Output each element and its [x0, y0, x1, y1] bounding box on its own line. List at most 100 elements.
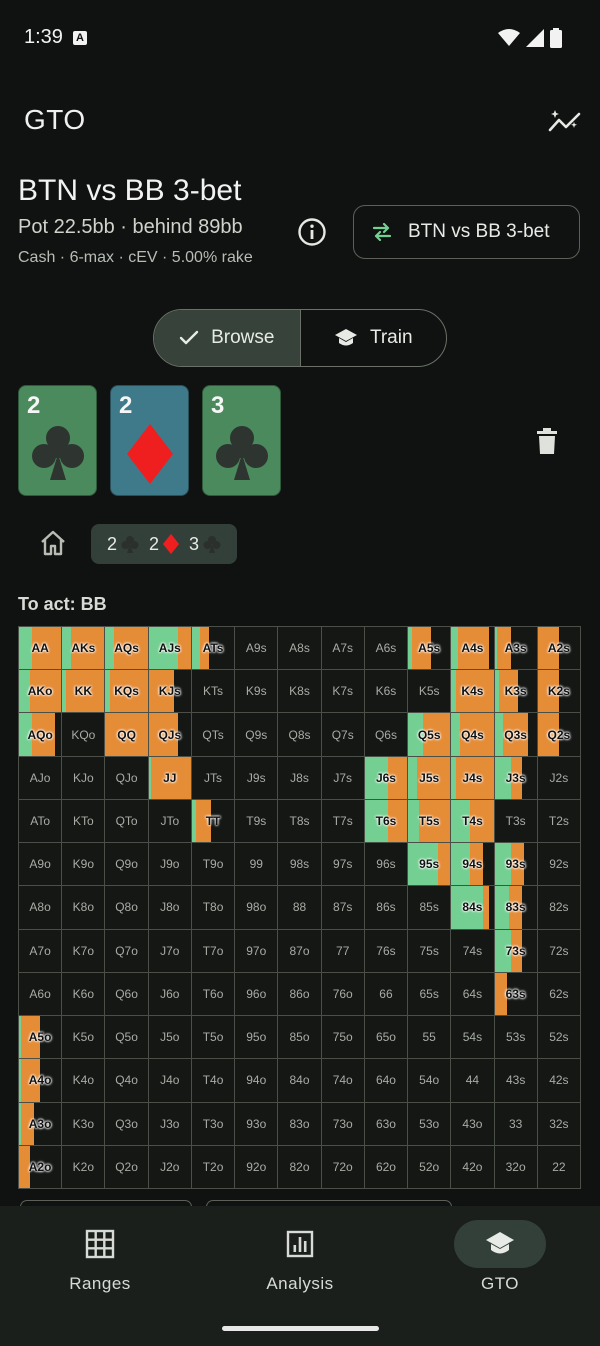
hand-cell[interactable]: Q4o	[105, 1059, 149, 1103]
hand-cell[interactable]: K9s	[235, 670, 279, 714]
hand-cell[interactable]: A8o	[19, 886, 63, 930]
hand-cell[interactable]: A5o	[19, 1016, 63, 1060]
hand-cell[interactable]: Q2o	[105, 1145, 149, 1189]
hand-cell[interactable]: JTs	[191, 756, 236, 800]
hand-cell[interactable]: 98o	[235, 886, 279, 930]
hand-cell[interactable]: A6o	[19, 972, 63, 1017]
hand-cell[interactable]: 96s	[364, 843, 409, 887]
hand-cell[interactable]: A9o	[19, 843, 63, 887]
hand-cell[interactable]: 63o	[364, 1102, 409, 1146]
hand-cell[interactable]: 76o	[321, 972, 365, 1017]
hand-cell[interactable]: 97o	[235, 929, 279, 973]
hand-cell[interactable]: T2o	[191, 1145, 236, 1189]
hand-cell[interactable]: 96o	[235, 972, 279, 1017]
hand-cell[interactable]: Q3s	[494, 713, 538, 757]
hand-cell[interactable]: A2o	[19, 1145, 63, 1189]
hand-cell[interactable]: TT	[191, 799, 236, 844]
hand-cell[interactable]: J2s	[537, 756, 581, 800]
hand-cell[interactable]: Q9o	[105, 843, 149, 887]
hand-cell[interactable]: T8s	[278, 799, 322, 844]
hand-cell[interactable]: T8o	[191, 886, 236, 930]
hand-cell[interactable]: Q7o	[105, 929, 149, 973]
hand-cell[interactable]: KTs	[191, 670, 236, 714]
hand-cell[interactable]: 94s	[451, 843, 495, 887]
hand-cell[interactable]: AQo	[19, 713, 63, 757]
gesture-home-bar[interactable]	[222, 1326, 379, 1331]
hand-cell[interactable]: 84o	[278, 1059, 322, 1103]
hand-cell[interactable]: 86s	[364, 886, 409, 930]
hand-cell[interactable]: KK	[62, 670, 106, 714]
hand-cell[interactable]: AJo	[19, 756, 63, 800]
hand-cell[interactable]: 64o	[364, 1059, 409, 1103]
hand-cell[interactable]: K7s	[321, 670, 365, 714]
hand-cell[interactable]: QTs	[191, 713, 236, 757]
board-card-3[interactable]: 3	[202, 385, 281, 496]
hand-cell[interactable]: 22	[537, 1145, 581, 1189]
hand-cell[interactable]: J3o	[148, 1102, 192, 1146]
hand-cell[interactable]: A8s	[278, 627, 322, 671]
hand-cell[interactable]: AKo	[19, 670, 63, 714]
hand-cell[interactable]: KQs	[105, 670, 149, 714]
home-icon[interactable]	[38, 528, 68, 558]
train-tab[interactable]: Train	[301, 310, 447, 366]
hand-cell[interactable]: 97s	[321, 843, 365, 887]
hand-cell[interactable]: K4s	[451, 670, 495, 714]
sparkle-chart-icon[interactable]	[548, 108, 582, 136]
hand-cell[interactable]: 82o	[278, 1145, 322, 1189]
hand-cell[interactable]: J5o	[148, 1016, 192, 1060]
hand-cell[interactable]: 85s	[408, 886, 452, 930]
hand-cell[interactable]: J8s	[278, 756, 322, 800]
hand-cell[interactable]: 66	[364, 972, 409, 1017]
hand-cell[interactable]: A3s	[494, 627, 538, 671]
hand-cell[interactable]: T4s	[451, 799, 495, 844]
hand-cell[interactable]: 84s	[451, 886, 495, 930]
hand-cell[interactable]: A7s	[321, 627, 365, 671]
hand-cell[interactable]: 82s	[537, 886, 581, 930]
hand-cell[interactable]: 32s	[537, 1102, 581, 1146]
hand-cell[interactable]: 95o	[235, 1016, 279, 1060]
hand-cell[interactable]: K2o	[62, 1145, 106, 1189]
hand-cell[interactable]: Q7s	[321, 713, 365, 757]
hand-cell[interactable]: K6s	[364, 670, 409, 714]
hand-cell[interactable]: QQ	[105, 713, 149, 757]
hand-cell[interactable]: A9s	[235, 627, 279, 671]
hand-cell[interactable]: T4o	[191, 1059, 236, 1103]
hand-cell[interactable]: 87s	[321, 886, 365, 930]
hand-cell[interactable]: K5s	[408, 670, 452, 714]
hand-cell[interactable]: J2o	[148, 1145, 192, 1189]
hand-cell[interactable]: A4s	[451, 627, 495, 671]
hand-cell[interactable]: Q8s	[278, 713, 322, 757]
info-icon[interactable]	[297, 217, 327, 247]
hand-cell[interactable]: 64s	[451, 972, 495, 1017]
hand-cell[interactable]: 75o	[321, 1016, 365, 1060]
hand-cell[interactable]: 86o	[278, 972, 322, 1017]
hand-cell[interactable]: ATo	[19, 799, 63, 844]
hand-cell[interactable]: 74o	[321, 1059, 365, 1103]
hand-cell[interactable]: 43o	[451, 1102, 495, 1146]
change-spot-button[interactable]: BTN vs BB 3-bet	[353, 205, 580, 259]
hand-cell[interactable]: 99	[235, 843, 279, 887]
hand-cell[interactable]: A7o	[19, 929, 63, 973]
hand-cell[interactable]: 32o	[494, 1145, 538, 1189]
hand-cell[interactable]: 62o	[364, 1145, 409, 1189]
hand-cell[interactable]: K5o	[62, 1016, 106, 1060]
hand-cell[interactable]: AQs	[105, 627, 149, 671]
hand-cell[interactable]: Q9s	[235, 713, 279, 757]
nav-ranges[interactable]: Ranges	[40, 1220, 160, 1294]
hand-cell[interactable]: T5o	[191, 1016, 236, 1060]
hand-cell[interactable]: 44	[451, 1059, 495, 1103]
hand-cell[interactable]: A2s	[537, 627, 581, 671]
board-chip[interactable]: 2 2 3	[91, 524, 237, 564]
hand-cell[interactable]: 77	[321, 929, 365, 973]
hand-cell[interactable]: 55	[408, 1016, 452, 1060]
hand-cell[interactable]: T9o	[191, 843, 236, 887]
hand-cell[interactable]: 54s	[451, 1016, 495, 1060]
hand-cell[interactable]: J5s	[408, 756, 452, 800]
hand-cell[interactable]: 52o	[408, 1145, 452, 1189]
hand-cell[interactable]: J4s	[451, 756, 495, 800]
hand-cell[interactable]: J9o	[148, 843, 192, 887]
hand-cell[interactable]: Q6s	[364, 713, 409, 757]
hand-cell[interactable]: KJo	[62, 756, 106, 800]
hand-cell[interactable]: 33	[494, 1102, 538, 1146]
hand-cell[interactable]: JTo	[148, 799, 192, 844]
